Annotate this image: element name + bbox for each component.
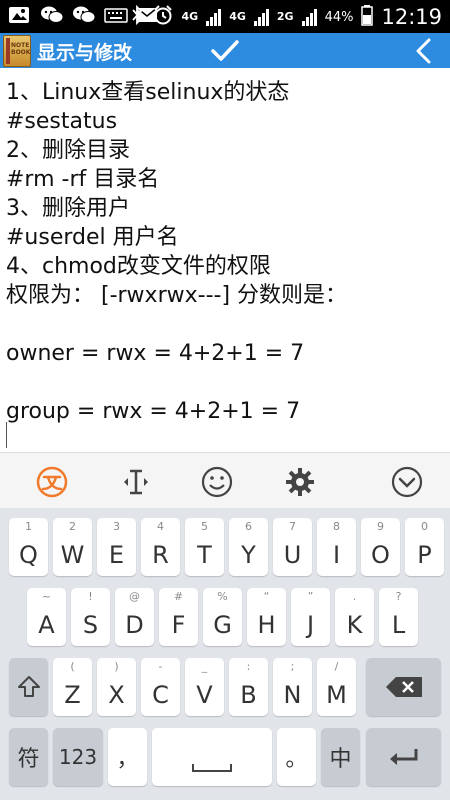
text-line: #rm -rf 目录名: [6, 167, 160, 192]
key-m[interactable]: / M: [317, 658, 356, 716]
key-i[interactable]: 8I: [317, 518, 356, 576]
text-line: 4、chmod改变文件的权限: [6, 254, 271, 279]
key-l[interactable]: ? L: [379, 588, 418, 646]
settings-gear-icon[interactable]: [283, 465, 317, 499]
key-s[interactable]: ! S: [71, 588, 110, 646]
space-bar-icon: [192, 758, 232, 777]
text-line: [6, 310, 444, 339]
comma-key[interactable]: ，: [108, 728, 147, 786]
key-u[interactable]: 7U: [273, 518, 312, 576]
soft-keyboard: 1Q 2W 3E 4R 5T 6Y 7U 8I 9O 0P ~ A ! S @ D #…: [0, 508, 450, 800]
text-caret: [6, 422, 7, 448]
key-o[interactable]: 9O: [361, 518, 400, 576]
alarm-icon: [152, 4, 174, 30]
text-line: group = rwx = 4+2+1 = 7: [6, 399, 301, 424]
key-r[interactable]: 4R: [141, 518, 180, 576]
back-chevron-icon[interactable]: [414, 38, 434, 64]
keyboard-icon: [104, 5, 128, 25]
shift-arrow-icon: [17, 674, 41, 704]
note-text-area[interactable]: 1、Linux查看selinux的状态 #sestatus 2、删除目录 #rm…: [0, 68, 450, 452]
network-4g-label: 4G: [181, 10, 199, 23]
key-g[interactable]: % G: [203, 588, 242, 646]
space-key[interactable]: [152, 728, 272, 786]
text-line: owner = rwx = 4+2+1 = 7: [6, 341, 305, 366]
hide-keyboard-chevron-icon[interactable]: [390, 465, 424, 499]
key-n[interactable]: ; N: [273, 658, 312, 716]
key-v[interactable]: _ V: [185, 658, 224, 716]
app-bar: NOTE BOOK 显示与修改: [0, 33, 450, 68]
photo-notification-icon: [8, 5, 30, 25]
wechat-icon: [72, 5, 96, 25]
text-line: #userdel 用户名: [6, 225, 179, 250]
key-q[interactable]: 1Q: [9, 518, 48, 576]
backspace-key[interactable]: [366, 658, 441, 716]
page-title: 显示与修改: [37, 42, 133, 64]
key-b[interactable]: :B: [229, 658, 268, 716]
key-w[interactable]: 2W: [53, 518, 92, 576]
key-p[interactable]: 0P: [405, 518, 444, 576]
key-z[interactable]: (Z: [53, 658, 92, 716]
battery-icon: [361, 4, 374, 30]
enter-key[interactable]: [366, 728, 441, 786]
key-c[interactable]: -C: [141, 658, 180, 716]
enter-arrow-icon: [388, 747, 420, 773]
keyboard-toolbar: [0, 452, 450, 508]
key-e[interactable]: 3E: [97, 518, 136, 576]
key-h[interactable]: “H: [247, 588, 286, 646]
text-line: 3、删除用户: [6, 196, 130, 221]
wechat-icon: [40, 5, 64, 25]
clock: 12:19: [381, 5, 442, 29]
signal-icon: [301, 8, 317, 26]
key-d[interactable]: @ D: [115, 588, 154, 646]
text-line: #sestatus: [6, 109, 118, 134]
ime-logo-icon[interactable]: [35, 465, 69, 499]
text-line: [6, 368, 444, 397]
shift-key[interactable]: [9, 658, 48, 716]
key-a[interactable]: ~ A: [27, 588, 66, 646]
key-x[interactable]: ) X: [97, 658, 136, 716]
key-y[interactable]: 6Y: [229, 518, 268, 576]
signal-icon: [253, 8, 269, 26]
cursor-edit-icon[interactable]: [119, 465, 153, 499]
number-key[interactable]: 123: [53, 728, 103, 786]
symbol-key[interactable]: 符: [9, 728, 48, 786]
network-4g-label: 4G: [229, 10, 246, 23]
confirm-check-icon[interactable]: [210, 38, 240, 64]
network-2g-label: 2G: [276, 10, 294, 23]
backspace-icon: [386, 677, 422, 701]
period-key[interactable]: 。: [277, 728, 316, 786]
text-line: 权限为： [-rwxrwx---] 分数则是：: [6, 283, 348, 308]
notebook-logo-icon: NOTE BOOK: [3, 35, 31, 67]
key-f[interactable]: # F: [159, 588, 198, 646]
text-line: 2、删除目录: [6, 138, 130, 163]
battery-percent: 44%: [324, 9, 354, 25]
emoji-icon[interactable]: [200, 465, 234, 499]
language-switch-key[interactable]: 中: [321, 728, 360, 786]
signal-icon: [206, 8, 222, 26]
text-line: 1、Linux查看selinux的状态: [6, 80, 290, 105]
bluetooth-icon: [130, 4, 144, 30]
key-j[interactable]: ” J: [291, 588, 330, 646]
key-k[interactable]: .K: [335, 588, 374, 646]
status-bar: 4G 4G 2G 44% 12:19: [0, 0, 450, 33]
key-t[interactable]: 5T: [185, 518, 224, 576]
